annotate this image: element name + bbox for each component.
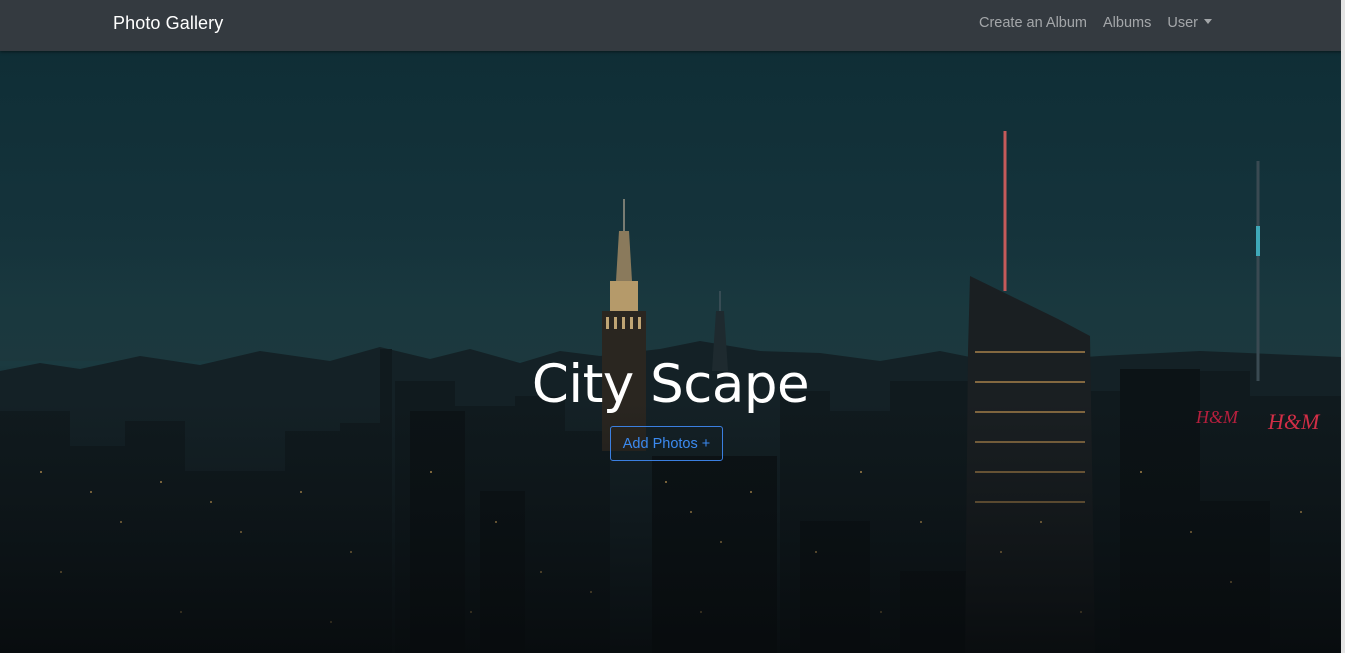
top-navbar: Photo Gallery Create an Album Albums Use… [0,0,1345,51]
page-scrollbar[interactable] [1341,0,1345,653]
city-skyline-background: H&M H&M [0,131,1341,653]
album-title: City Scape [531,354,810,415]
brand-link[interactable]: Photo Gallery [113,13,223,34]
nav-user-label: User [1167,15,1198,31]
nav-links: Create an Album Albums User [979,15,1212,31]
nav-user-dropdown[interactable]: User [1167,15,1212,31]
hero-banner: H&M H&M City Scape Add Photos + [0,51,1341,653]
nav-create-album-link[interactable]: Create an Album [979,15,1087,31]
caret-down-icon [1204,19,1212,24]
add-photos-button[interactable]: Add Photos + [610,426,723,461]
nav-albums-link[interactable]: Albums [1103,15,1151,31]
